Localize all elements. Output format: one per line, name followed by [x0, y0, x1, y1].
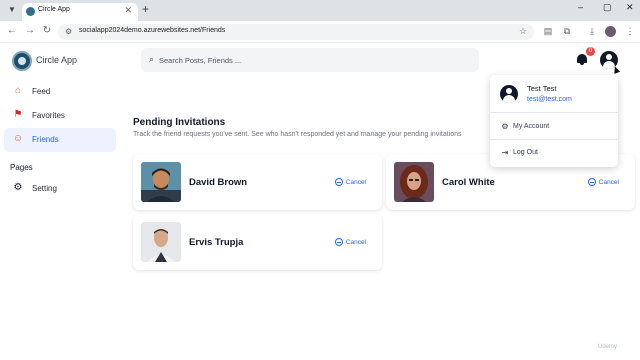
cancel-icon — [334, 238, 343, 246]
cancel-button[interactable]: Cancel — [334, 177, 366, 187]
back-icon[interactable]: ← — [6, 25, 18, 36]
tab-search-icon[interactable]: ▼ — [6, 4, 18, 16]
sidebar-item-feed[interactable]: ⌂ Feed — [4, 80, 116, 104]
bookmark-star-icon[interactable]: ☆ — [519, 26, 527, 37]
cancel-button[interactable]: Cancel — [334, 237, 366, 247]
user-email: test@test.com — [527, 96, 572, 103]
browser-tabstrip: ▼ Circle App ✕ + – ▢ ✕ — [0, 0, 640, 21]
search-input[interactable] — [159, 52, 459, 68]
sidebar-item-label: Setting — [32, 184, 57, 193]
cancel-button[interactable]: Cancel — [587, 177, 619, 187]
menu-item-label: Log Out — [513, 149, 538, 156]
maximize-icon[interactable]: ▢ — [603, 2, 612, 13]
search-icon: ⌕ — [149, 54, 155, 64]
cancel-icon — [334, 178, 343, 186]
sidebar-item-setting[interactable]: ⚙ Setting — [4, 177, 116, 201]
favicon-icon — [26, 7, 35, 16]
gear-icon: ⚙ — [501, 122, 509, 131]
sidebar-section-title: Pages — [10, 163, 33, 172]
address-bar[interactable]: ⚙ socialapp2024demo.azurewebsites.net/Fr… — [58, 24, 534, 40]
friend-name: Ervis Trupja — [189, 237, 244, 248]
logout-icon: ⇥ — [501, 148, 509, 157]
window-close-icon[interactable]: ✕ — [626, 2, 634, 13]
sidebar-item-favorites[interactable]: ⚑ Favorites — [4, 104, 116, 128]
menu-divider — [490, 139, 618, 140]
invitation-card: Ervis Trupja Cancel — [133, 214, 382, 270]
browser-profile-icon[interactable] — [605, 26, 616, 37]
tab-close-icon[interactable]: ✕ — [124, 5, 132, 16]
minimize-icon[interactable]: – — [578, 2, 583, 12]
browser-toolbar: ← → ↻ ⚙ socialapp2024demo.azurewebsites.… — [0, 21, 640, 43]
friend-name: Carol White — [442, 177, 495, 188]
sidebar-item-label: Feed — [32, 87, 51, 96]
watermark-text: Udemy — [598, 344, 618, 350]
page-title: Pending Invitations — [133, 117, 226, 128]
extensions-icon[interactable]: ⧉ — [561, 25, 573, 37]
invitation-card: David Brown Cancel — [133, 154, 382, 210]
friend-photo — [394, 162, 434, 202]
forward-icon[interactable]: → — [24, 25, 36, 36]
app-logo[interactable] — [12, 51, 32, 71]
browser-tab[interactable]: Circle App ✕ — [22, 3, 138, 21]
friend-photo — [141, 162, 181, 202]
cancel-label: Cancel — [345, 178, 366, 186]
page-subtitle: Track the friend requests you've sent. S… — [133, 131, 462, 138]
menu-icon[interactable]: ⋮ — [624, 25, 636, 37]
friend-photo — [141, 222, 181, 262]
favorites-icon: ⚑ — [13, 109, 23, 120]
app-name: Circle App — [36, 55, 78, 65]
tab-title: Circle App — [38, 6, 70, 13]
user-name: Test Test — [527, 84, 557, 93]
menu-item-log-out[interactable]: ⇥ Log Out — [490, 144, 618, 162]
search-box[interactable]: ⌕ — [141, 48, 479, 72]
reload-icon[interactable]: ↻ — [41, 25, 53, 36]
sidebar-item-label: Favorites — [32, 111, 65, 120]
site-info-icon[interactable]: ⚙ — [65, 27, 72, 36]
menu-item-label: My Account — [513, 123, 550, 130]
cancel-icon — [587, 178, 596, 186]
cancel-label: Cancel — [345, 238, 366, 246]
menu-divider — [490, 112, 618, 113]
notification-badge: 0 — [586, 47, 595, 56]
avatar — [500, 85, 518, 103]
sidebar-item-friends[interactable]: ☺ Friends — [4, 128, 116, 152]
home-icon: ⌂ — [14, 85, 22, 96]
url-text[interactable]: socialapp2024demo.azurewebsites.net/Frie… — [79, 27, 225, 34]
gear-icon: ⚙ — [13, 182, 23, 193]
cancel-label: Cancel — [598, 178, 619, 186]
friends-icon: ☺ — [12, 133, 24, 144]
user-menu: Test Test test@test.com ⚙ My Account ⇥ L… — [490, 75, 618, 167]
friend-name: David Brown — [189, 177, 248, 188]
sidebar-item-label: Friends — [32, 135, 59, 144]
download-icon[interactable]: ⤓ — [586, 25, 598, 37]
menu-item-my-account[interactable]: ⚙ My Account — [490, 118, 618, 136]
reading-mode-icon[interactable]: ▤ — [542, 25, 554, 37]
new-tab-icon[interactable]: + — [142, 2, 149, 16]
